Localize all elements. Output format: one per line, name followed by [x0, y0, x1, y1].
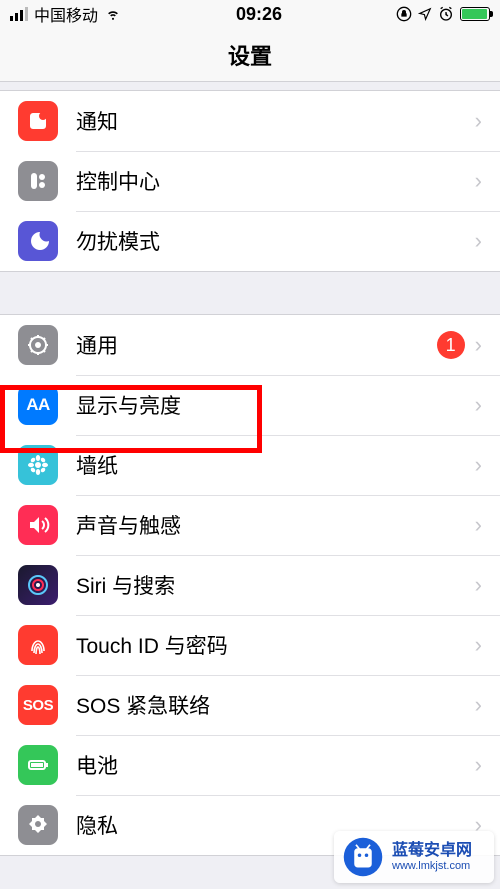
row-label: 墙纸 — [76, 450, 465, 480]
chevron-right-icon: › — [475, 228, 482, 254]
chevron-right-icon: › — [475, 572, 482, 598]
control-center-icon — [18, 161, 58, 201]
nav-bar: 设置 — [0, 28, 500, 82]
display-icon: AA — [18, 385, 58, 425]
watermark-url: www.lmkjst.com — [392, 860, 472, 872]
row-sos[interactable]: SOS SOS 紧急联络 › — [0, 675, 500, 735]
chevron-right-icon: › — [475, 332, 482, 358]
chevron-right-icon: › — [475, 392, 482, 418]
wifi-icon — [104, 7, 122, 21]
page-title: 设置 — [228, 39, 272, 71]
notifications-icon — [18, 101, 58, 141]
row-label: 通知 — [76, 106, 465, 136]
privacy-icon — [18, 805, 58, 845]
settings-group-1: 通知 › 控制中心 › 勿扰模式 › — [0, 90, 500, 272]
signal-icon — [10, 7, 28, 21]
watermark-title: 蓝莓安卓网 — [392, 842, 472, 860]
sos-icon: SOS — [18, 685, 58, 725]
siri-icon — [18, 565, 58, 605]
row-wallpaper[interactable]: 墙纸 › — [0, 435, 500, 495]
general-icon — [18, 325, 58, 365]
row-label: 控制中心 — [76, 166, 465, 196]
chevron-right-icon: › — [475, 692, 482, 718]
row-display[interactable]: AA 显示与亮度 › — [0, 375, 500, 435]
chevron-right-icon: › — [475, 168, 482, 194]
watermark: 蓝莓安卓网 www.lmkjst.com — [334, 831, 494, 883]
display-aa-icon: AA — [26, 395, 50, 415]
dnd-icon — [18, 221, 58, 261]
row-label: Touch ID 与密码 — [76, 630, 465, 660]
row-dnd[interactable]: 勿扰模式 › — [0, 211, 500, 271]
battery-icon — [460, 7, 490, 21]
status-bar: 中国移动 09:26 — [0, 0, 500, 28]
chevron-right-icon: › — [475, 108, 482, 134]
status-right — [396, 6, 490, 22]
chevron-right-icon: › — [475, 512, 482, 538]
row-battery[interactable]: 电池 › — [0, 735, 500, 795]
row-label: Siri 与搜索 — [76, 570, 465, 600]
alarm-icon — [438, 6, 454, 22]
row-label: 勿扰模式 — [76, 226, 465, 256]
row-control-center[interactable]: 控制中心 › — [0, 151, 500, 211]
row-label: 电池 — [76, 750, 465, 780]
carrier-label: 中国移动 — [34, 2, 98, 26]
row-label: 声音与触感 — [76, 510, 465, 540]
touchid-icon — [18, 625, 58, 665]
settings-group-2: 通用 1 › AA 显示与亮度 › 墙纸 › 声音与触感 › — [0, 314, 500, 856]
row-general[interactable]: 通用 1 › — [0, 315, 500, 375]
row-notifications[interactable]: 通知 › — [0, 91, 500, 151]
row-label: 显示与亮度 — [76, 390, 465, 420]
lock-orientation-icon — [396, 6, 412, 22]
row-label: 通用 — [76, 330, 437, 360]
chevron-right-icon: › — [475, 752, 482, 778]
sos-text-icon: SOS — [23, 697, 53, 714]
watermark-logo-icon — [342, 836, 384, 878]
chevron-right-icon: › — [475, 632, 482, 658]
status-time: 09:26 — [236, 4, 282, 25]
row-touchid[interactable]: Touch ID 与密码 › — [0, 615, 500, 675]
chevron-right-icon: › — [475, 452, 482, 478]
wallpaper-icon — [18, 445, 58, 485]
badge: 1 — [437, 331, 465, 359]
battery-row-icon — [18, 745, 58, 785]
row-label: SOS 紧急联络 — [76, 690, 465, 720]
location-icon — [418, 7, 432, 21]
sound-icon — [18, 505, 58, 545]
row-siri[interactable]: Siri 与搜索 › — [0, 555, 500, 615]
row-sound[interactable]: 声音与触感 › — [0, 495, 500, 555]
status-left: 中国移动 — [10, 2, 122, 26]
